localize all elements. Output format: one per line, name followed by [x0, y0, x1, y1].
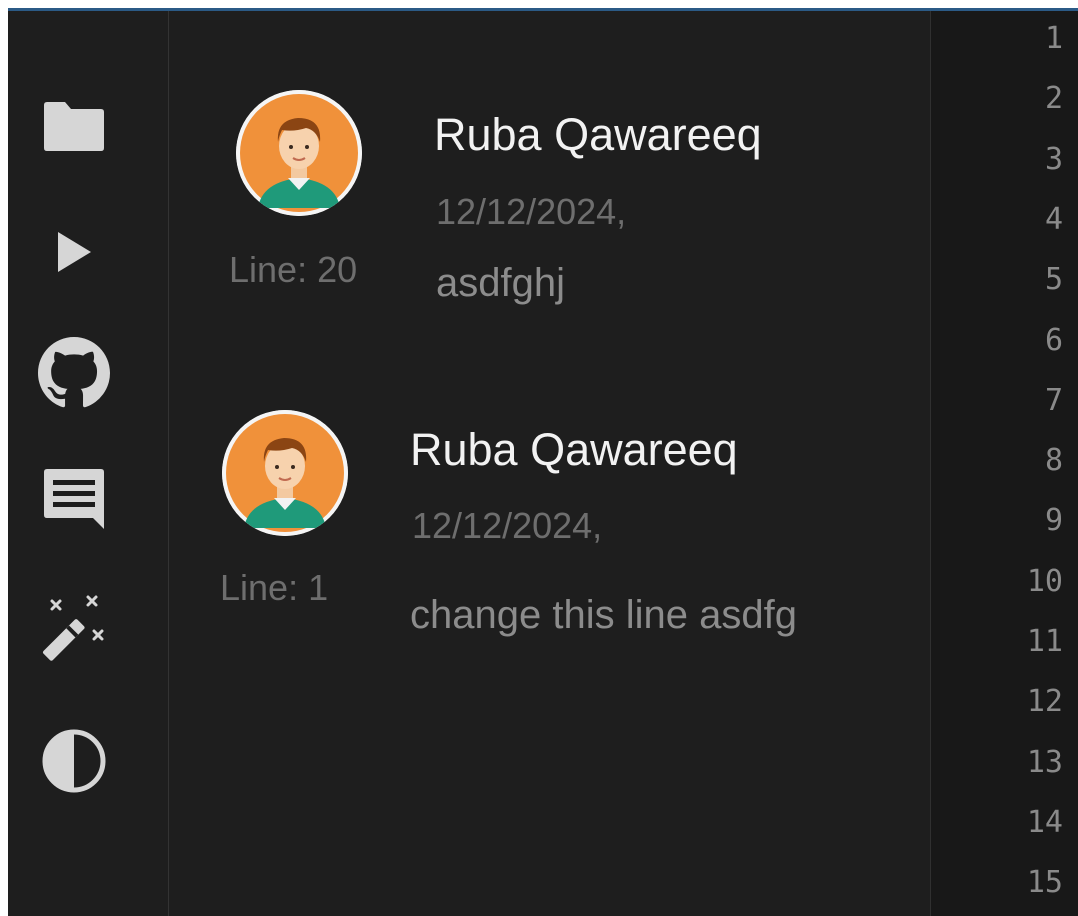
activity-bar: [8, 11, 169, 916]
line-number: 1: [1044, 21, 1063, 56]
theme-contrast-icon[interactable]: [36, 723, 112, 799]
line-number-gutter: 1 2 3 4 5 6 7 8 9 10 11 12 13 14 15: [930, 11, 1078, 916]
line-number: 12: [1026, 684, 1063, 720]
comment-line-ref[interactable]: Line: 20: [229, 249, 357, 291]
line-number: 15: [1026, 865, 1063, 901]
line-number: 4: [1044, 201, 1063, 237]
line-number: 13: [1026, 744, 1063, 780]
folder-icon[interactable]: [36, 88, 112, 164]
comment-item: Line: 1 Ruba Qawareeq 12/12/2024, change…: [169, 397, 929, 667]
avatar[interactable]: [236, 90, 362, 216]
line-number: 14: [1026, 804, 1063, 840]
comment-item: Line: 20 Ruba Qawareeq 12/12/2024, asdfg…: [169, 77, 929, 347]
github-icon[interactable]: [36, 335, 112, 411]
comment-text: change this line asdfg: [410, 593, 797, 637]
line-number: 9: [1044, 503, 1063, 539]
line-number: 7: [1044, 382, 1063, 418]
comments-panel: Line: 20 Ruba Qawareeq 12/12/2024, asdfg…: [169, 11, 929, 916]
comment-line-ref[interactable]: Line: 1: [220, 567, 328, 609]
line-number: 6: [1044, 322, 1063, 358]
run-icon[interactable]: [36, 214, 112, 290]
comment-date: 12/12/2024,: [436, 191, 627, 232]
line-number: 10: [1026, 563, 1063, 599]
line-number: 3: [1044, 141, 1063, 177]
app-window: Line: 20 Ruba Qawareeq 12/12/2024, asdfg…: [8, 8, 1078, 916]
comment-date: 12/12/2024,: [412, 505, 603, 546]
comments-icon[interactable]: [36, 461, 112, 537]
comment-text: asdfghj: [436, 261, 565, 305]
comment-author: Ruba Qawareeq: [410, 424, 738, 475]
comment-author: Ruba Qawareeq: [434, 109, 762, 160]
line-number: 11: [1026, 624, 1063, 659]
line-number: 5: [1044, 262, 1063, 298]
line-number: 8: [1044, 443, 1063, 479]
magic-wand-icon[interactable]: [36, 591, 112, 667]
avatar[interactable]: [222, 410, 348, 536]
line-number: 2: [1044, 81, 1063, 117]
